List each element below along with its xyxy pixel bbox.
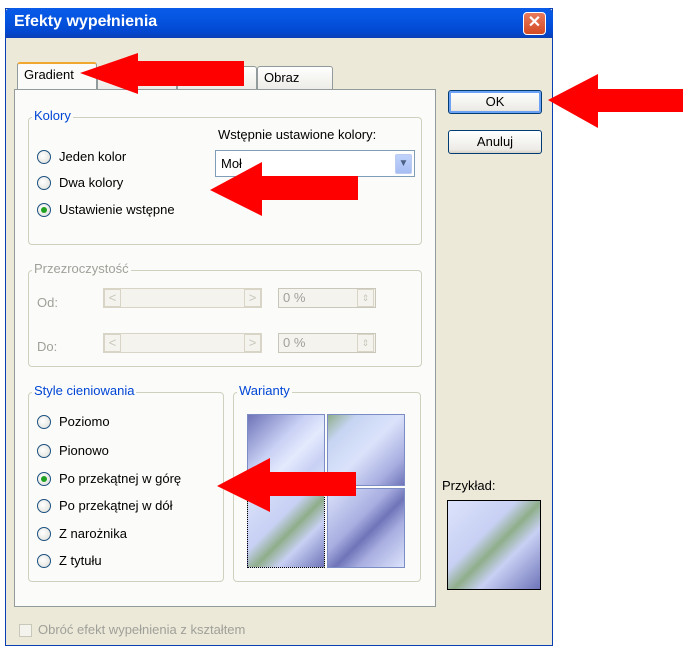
arrow-to-gradient-tab [80,53,244,94]
arrow-to-diagonal-up [217,458,356,512]
arrow-to-preset-select [210,162,358,216]
annotation-arrows [80,53,683,512]
arrow-to-ok-button [548,74,683,128]
